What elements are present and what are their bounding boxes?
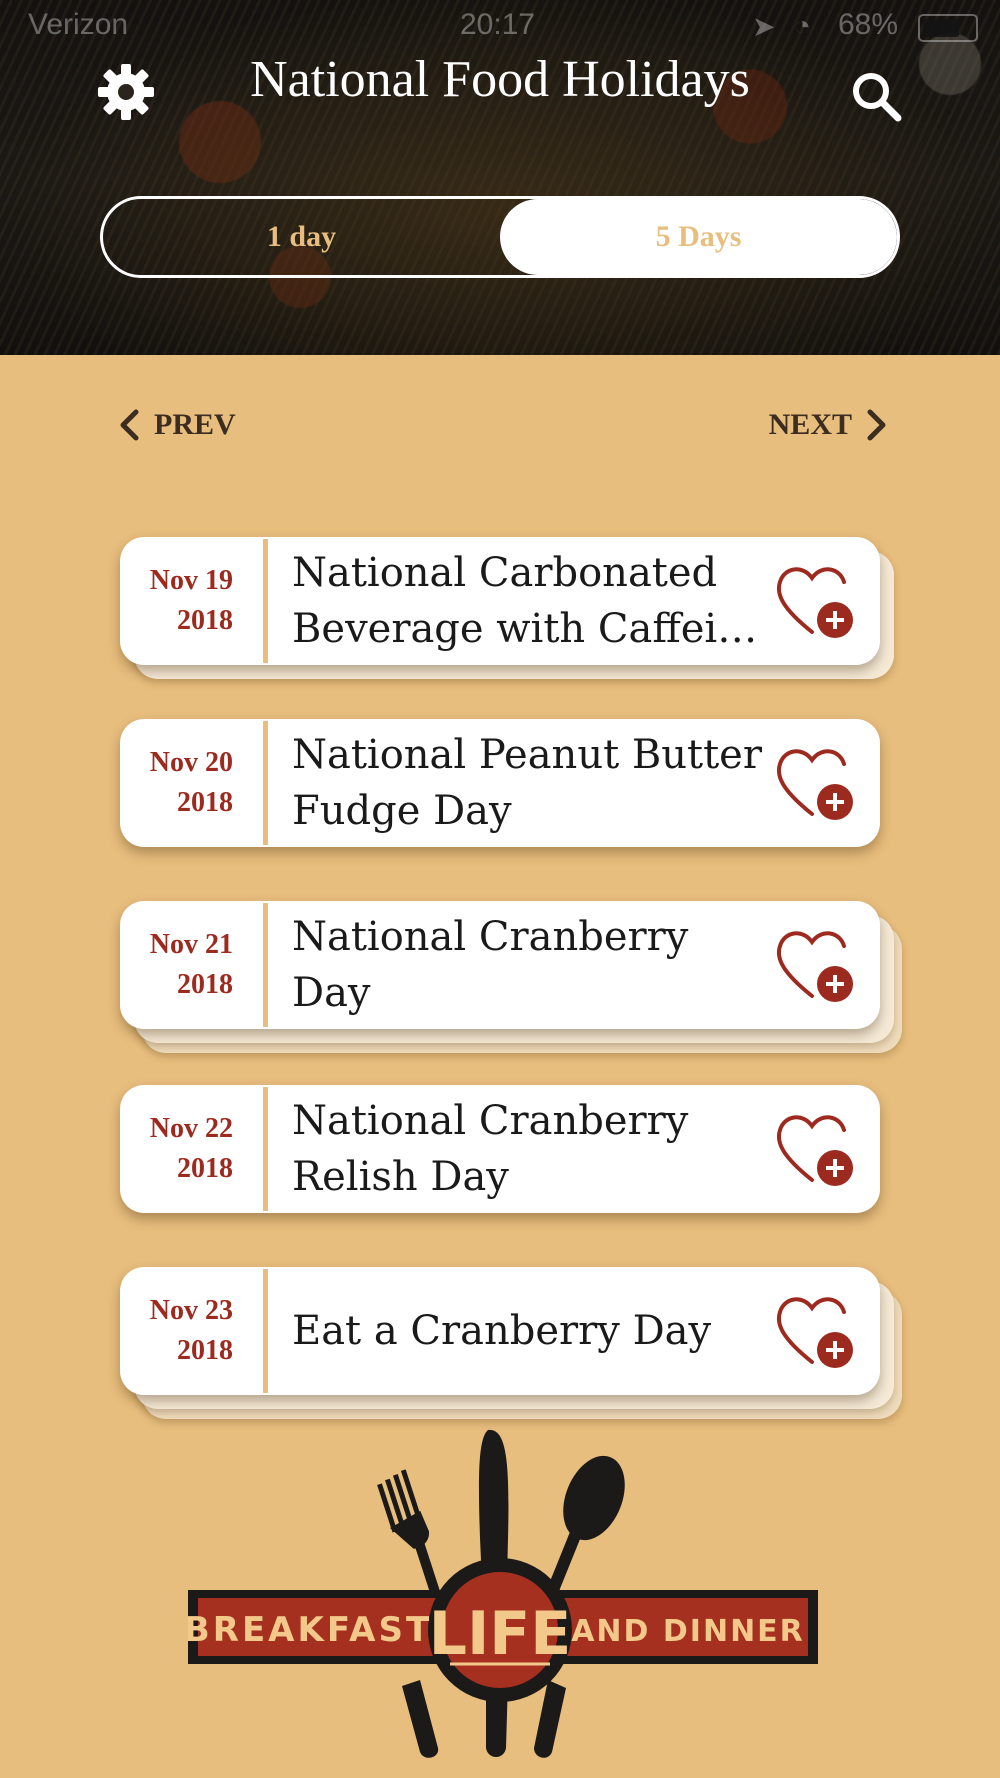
- status-bar: Verizon 20:17 ➤ ◔ 68%: [0, 0, 1000, 52]
- holiday-card-wrap: Nov 19 2018 National Carbonated Beverage…: [120, 537, 894, 679]
- holiday-year: 2018: [177, 605, 233, 636]
- carrier-label: Verizon: [28, 8, 129, 41]
- gear-icon[interactable]: [96, 62, 156, 122]
- holiday-card[interactable]: Nov 22 2018 National Cranberry Relish Da…: [120, 1085, 880, 1213]
- holiday-card-wrap: Nov 22 2018 National Cranberry Relish Da…: [120, 1085, 880, 1213]
- holiday-year: 2018: [177, 1335, 233, 1366]
- clock: 20:17: [460, 8, 536, 41]
- holiday-title: Eat a Cranberry Day: [292, 1308, 712, 1354]
- logo-right-text: AND DINNER: [571, 1614, 805, 1649]
- next-label: NEXT: [768, 408, 852, 441]
- pager: PREV NEXT: [118, 408, 888, 458]
- battery-icon: [918, 14, 978, 42]
- toggle-1-day[interactable]: 1 day: [103, 199, 500, 275]
- holiday-title: National Carbonated Beverage with Caffei…: [292, 550, 758, 652]
- holiday-day: Nov 20: [149, 747, 233, 778]
- page-title: National Food Holidays: [250, 51, 750, 108]
- holiday-date: Nov 19 2018: [120, 537, 263, 665]
- breakfast-life-dinner-logo: BREAKFAST LIFE AND DINNER: [188, 1429, 818, 1758]
- chevron-right-icon: [867, 409, 886, 441]
- add-favorite-heart-icon[interactable]: [772, 1104, 862, 1194]
- holiday-card-wrap: Nov 21 2018 National Cranberry Day: [120, 901, 902, 1053]
- holiday-year: 2018: [177, 1153, 233, 1184]
- holiday-day: Nov 22: [149, 1113, 233, 1144]
- chevron-left-icon: [120, 409, 139, 441]
- holiday-title: National Peanut Butter Fudge Day: [292, 732, 762, 834]
- holiday-date: Nov 20 2018: [120, 719, 263, 847]
- holiday-card[interactable]: Nov 21 2018 National Cranberry Day: [120, 901, 880, 1029]
- add-favorite-heart-icon[interactable]: [772, 738, 862, 828]
- holiday-date: Nov 22 2018: [120, 1085, 263, 1213]
- holiday-day: Nov 23: [149, 1295, 233, 1326]
- holiday-card[interactable]: Nov 23 2018 Eat a Cranberry Day: [120, 1267, 880, 1395]
- holiday-date: Nov 23 2018: [120, 1267, 263, 1395]
- prev-button[interactable]: PREV: [118, 408, 236, 442]
- alarm-icon: ◔: [794, 10, 811, 41]
- holiday-card-wrap: Nov 20 2018 National Peanut Butter Fudge…: [120, 719, 880, 847]
- toggle-5-days[interactable]: 5 Days: [500, 199, 897, 275]
- holiday-year: 2018: [177, 787, 233, 818]
- logo-left-text: BREAKFAST: [188, 1610, 432, 1650]
- holiday-day: Nov 19: [149, 565, 233, 596]
- holiday-date: Nov 21 2018: [120, 901, 263, 1029]
- holiday-title: National Cranberry Day: [292, 914, 689, 1016]
- prev-label: PREV: [154, 408, 236, 441]
- holiday-title: National Cranberry Relish Day: [292, 1098, 689, 1200]
- holiday-year: 2018: [177, 969, 233, 1000]
- holiday-card-wrap: Nov 23 2018 Eat a Cranberry Day: [120, 1267, 902, 1419]
- battery-percent: 68%: [838, 8, 899, 41]
- next-button[interactable]: NEXT: [769, 408, 888, 442]
- logo-center-text: LIFE: [429, 1599, 572, 1669]
- holiday-card[interactable]: Nov 20 2018 National Peanut Butter Fudge…: [120, 719, 880, 847]
- day-range-toggle: 1 day 5 Days: [100, 196, 900, 278]
- holiday-day: Nov 21: [149, 929, 233, 960]
- add-favorite-heart-icon[interactable]: [772, 1286, 862, 1376]
- add-favorite-heart-icon[interactable]: [772, 556, 862, 646]
- add-favorite-heart-icon[interactable]: [772, 920, 862, 1010]
- holiday-card[interactable]: Nov 19 2018 National Carbonated Beverage…: [120, 537, 880, 665]
- search-icon[interactable]: [848, 68, 904, 124]
- location-arrow-icon: ➤: [752, 11, 776, 42]
